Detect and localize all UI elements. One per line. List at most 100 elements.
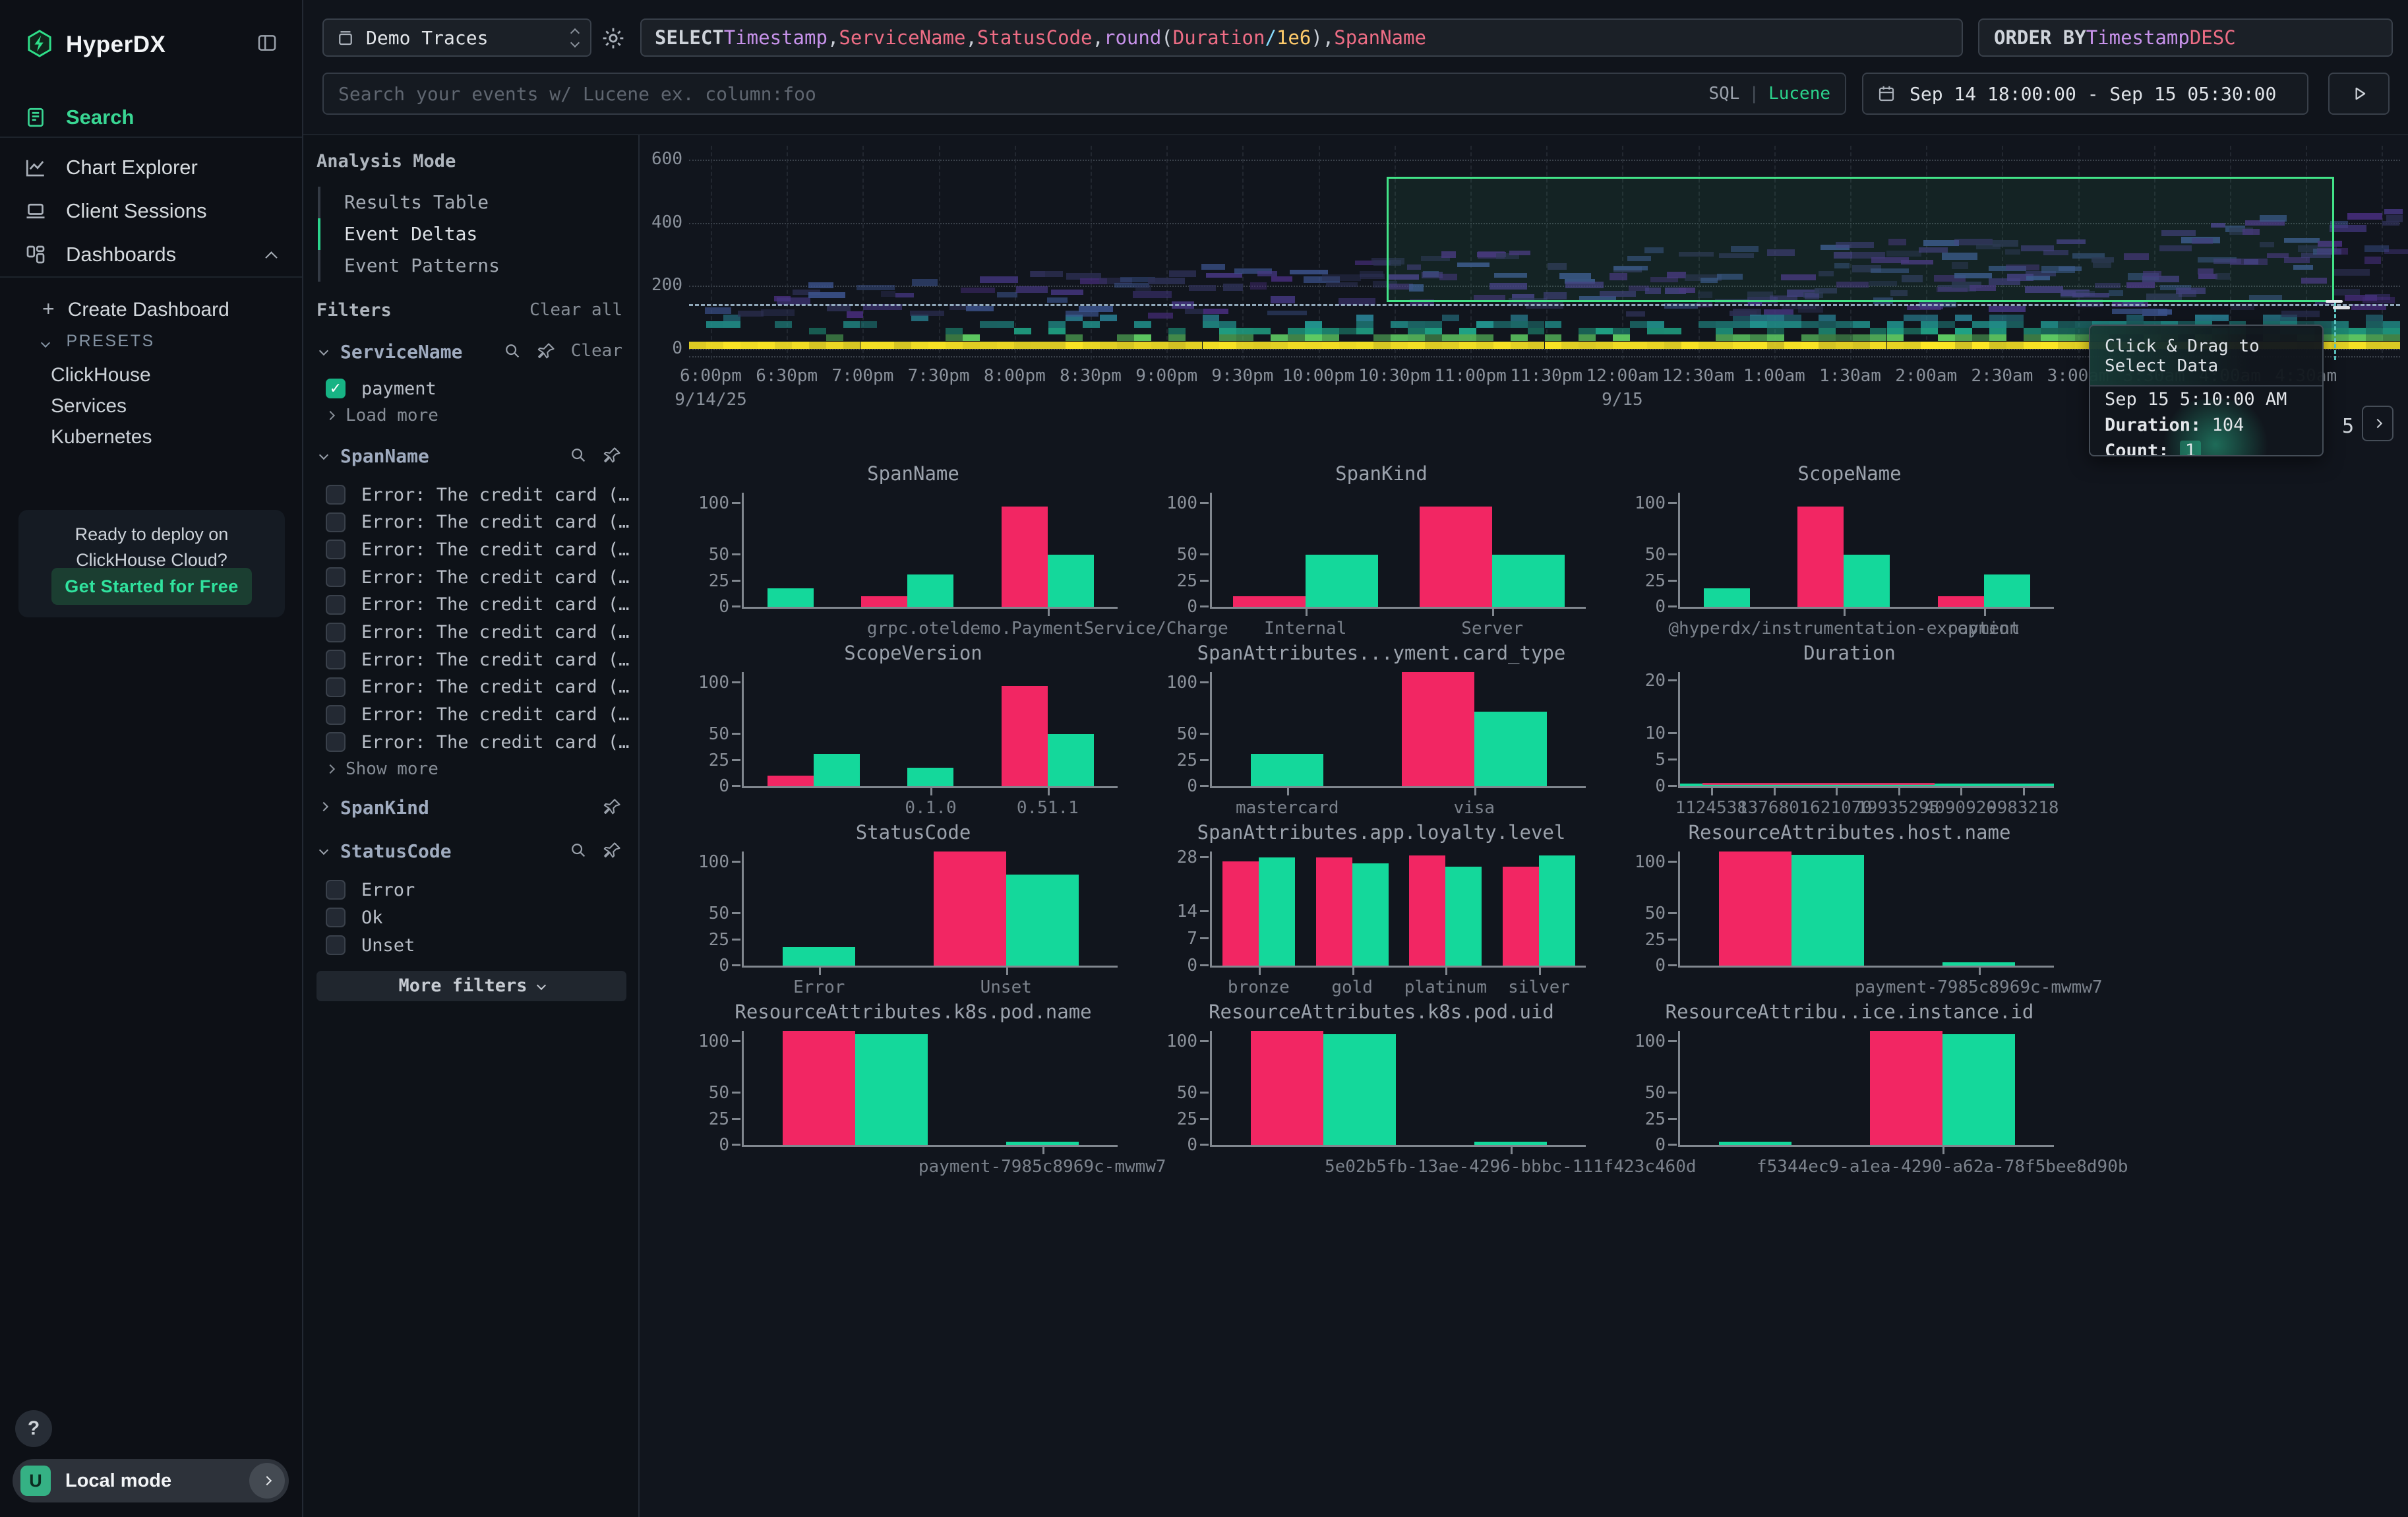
green-bar[interactable]: [1942, 962, 2015, 966]
checkbox[interactable]: [326, 595, 346, 615]
green-bar[interactable]: [1492, 555, 1565, 607]
filter-option-servicename[interactable]: ✓payment: [326, 375, 436, 402]
filter-group-name[interactable]: StatusCode: [340, 840, 452, 862]
checkbox[interactable]: [326, 567, 346, 587]
green-bar[interactable]: [783, 947, 855, 966]
filter-option-spanname[interactable]: Error: The credit card (…: [326, 563, 629, 591]
green-bar[interactable]: [1323, 1034, 1396, 1145]
filter-option-spanname[interactable]: Error: The credit card (…: [326, 673, 629, 701]
sidebar-item-services[interactable]: Services: [51, 395, 127, 418]
next-page-button[interactable]: [2362, 406, 2393, 441]
collapse-sidebar-icon[interactable]: [255, 32, 280, 54]
checkbox[interactable]: [326, 540, 346, 559]
checkbox[interactable]: [326, 908, 346, 927]
toggle-lucene[interactable]: Lucene: [1768, 84, 1830, 104]
filter-option-statuscode[interactable]: Unset: [326, 931, 415, 959]
analysis-mode-option[interactable]: Event Patterns: [318, 250, 595, 282]
checkbox[interactable]: [326, 677, 346, 697]
red-bar[interactable]: [1719, 851, 1791, 966]
drag-selection[interactable]: [1387, 177, 2334, 302]
green-bar[interactable]: [1539, 855, 1575, 966]
pin-icon[interactable]: [603, 445, 622, 465]
sidebar-item-kubernetes[interactable]: Kubernetes: [51, 426, 152, 449]
gear-icon[interactable]: [600, 25, 626, 51]
search-icon[interactable]: [568, 840, 588, 860]
red-bar[interactable]: [1409, 855, 1445, 966]
toggle-sql[interactable]: SQL: [1708, 84, 1739, 104]
green-bar[interactable]: [907, 768, 953, 786]
green-bar[interactable]: [1259, 857, 1295, 966]
red-bar[interactable]: [1402, 672, 1474, 786]
search-input[interactable]: [324, 83, 1708, 105]
more-filters-button[interactable]: More filters: [316, 971, 626, 1001]
checkbox[interactable]: [326, 935, 346, 955]
green-bar[interactable]: [814, 754, 860, 786]
run-query-button[interactable]: [2328, 73, 2390, 115]
sidebar-item-dashboards[interactable]: Dashboards: [0, 236, 302, 273]
clear-filter-button[interactable]: Clear: [571, 341, 622, 361]
help-button[interactable]: ?: [15, 1410, 52, 1447]
red-bar[interactable]: [1420, 507, 1492, 607]
green-bar[interactable]: [855, 1034, 928, 1145]
checkbox-checked[interactable]: ✓: [326, 379, 346, 398]
red-bar[interactable]: [1870, 1031, 1942, 1145]
select-clause-input[interactable]: SELECT Timestamp, ServiceName, StatusCod…: [640, 18, 1963, 57]
green-bar[interactable]: [1942, 1034, 2015, 1145]
red-bar[interactable]: [1503, 867, 1539, 966]
pin-icon[interactable]: [537, 341, 557, 361]
green-bar[interactable]: [1251, 754, 1323, 786]
red-bar[interactable]: [783, 1031, 855, 1145]
green-bar[interactable]: [1048, 734, 1094, 786]
filter-option-statuscode[interactable]: Error: [326, 876, 415, 904]
get-started-button[interactable]: Get Started for Free: [51, 568, 252, 605]
red-bar[interactable]: [1251, 1031, 1323, 1145]
red-bar[interactable]: [1938, 596, 1984, 607]
green-bar[interactable]: [1844, 555, 1890, 607]
sidebar-item-search[interactable]: Search: [0, 99, 302, 136]
green-bar[interactable]: [1006, 875, 1079, 966]
presets-toggle[interactable]: PRESETS: [42, 332, 155, 351]
chevron-right-icon[interactable]: [319, 802, 328, 811]
filter-group-name[interactable]: SpanKind: [340, 797, 429, 819]
filter-option-statuscode[interactable]: Ok: [326, 904, 383, 931]
green-bar[interactable]: [1306, 555, 1378, 607]
red-bar[interactable]: [1797, 507, 1844, 607]
red-bar[interactable]: [1222, 861, 1259, 966]
green-bar[interactable]: [1719, 1142, 1791, 1145]
time-range-picker[interactable]: Sep 14 18:00:00 - Sep 15 05:30:00: [1862, 73, 2308, 115]
create-dashboard-button[interactable]: +Create Dashboard: [42, 297, 229, 321]
red-bar[interactable]: [1002, 686, 1048, 786]
filter-option-spanname[interactable]: Error: The credit card (…: [326, 646, 629, 673]
clear-all-button[interactable]: Clear all: [529, 300, 622, 320]
order-by-input[interactable]: ORDER BY Timestamp DESC: [1978, 18, 2393, 57]
selection-handle[interactable]: [2326, 300, 2343, 303]
search-icon[interactable]: [568, 445, 588, 465]
green-bar[interactable]: [1791, 855, 1864, 966]
pin-icon[interactable]: [603, 840, 622, 860]
filter-option-spanname[interactable]: Error: The credit card (…: [326, 481, 629, 509]
local-mode-button[interactable]: U Local mode: [13, 1459, 289, 1502]
checkbox[interactable]: [326, 623, 346, 642]
green-bar[interactable]: [907, 574, 953, 607]
checkbox[interactable]: [326, 732, 346, 752]
green-bar[interactable]: [1352, 863, 1389, 966]
green-bar[interactable]: [1006, 1142, 1079, 1145]
checkbox[interactable]: [326, 880, 346, 900]
search-icon[interactable]: [502, 341, 522, 361]
analysis-mode-option[interactable]: Event Deltas: [318, 218, 595, 250]
filter-option-spanname[interactable]: Error: The credit card (…: [326, 591, 629, 619]
filter-option-spanname[interactable]: Error: The credit card (…: [326, 619, 629, 646]
green-bar[interactable]: [768, 588, 814, 607]
sidebar-item-client-sessions[interactable]: Client Sessions: [0, 193, 302, 230]
chevron-down-icon[interactable]: [319, 846, 328, 855]
filter-group-name[interactable]: SpanName: [340, 445, 429, 467]
red-bar[interactable]: [934, 851, 1006, 966]
green-bar[interactable]: [1474, 1142, 1547, 1145]
green-bar[interactable]: [1048, 555, 1094, 607]
filter-option-spanname[interactable]: Error: The credit card (…: [326, 509, 629, 536]
analysis-mode-option[interactable]: Results Table: [318, 187, 595, 218]
red-bar[interactable]: [768, 776, 814, 786]
sidebar-item-clickhouse[interactable]: ClickHouse: [51, 364, 151, 387]
red-bar[interactable]: [1316, 857, 1352, 966]
pin-icon[interactable]: [603, 797, 622, 817]
